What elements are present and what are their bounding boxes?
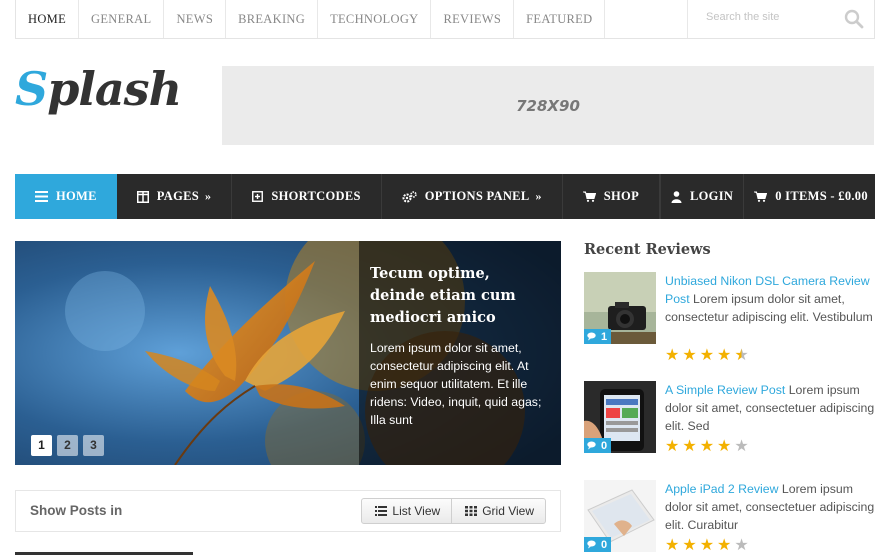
cart-icon [754, 191, 768, 202]
star-icon: ★ [682, 537, 697, 554]
review-excerpt: Unbiased Nikon DSL Camera Review Post Lo… [665, 272, 875, 326]
comment-count: 0 [601, 538, 608, 551]
mainnav-item-shortcodes[interactable]: Shortcodes [232, 174, 382, 219]
empty-star-icon: ★ [734, 438, 749, 455]
list-view-label: List View [392, 504, 441, 518]
review-excerpt: A Simple Review Post Lorem ipsum dolor s… [665, 381, 875, 435]
star-icon: ★ [699, 347, 715, 364]
review-title-link[interactable]: Apple iPad 2 Review [665, 482, 778, 496]
login-label: Login [690, 189, 734, 203]
comment-count-badge: 0 [584, 438, 612, 453]
cart-link[interactable]: 0 Items - £0.00 [744, 174, 878, 219]
logo-rest: plash [47, 62, 182, 116]
mainnav-label: Shortcodes [271, 189, 361, 203]
gears-icon [402, 190, 417, 202]
star-icon: ★ [682, 438, 697, 455]
comment-count: 0 [601, 439, 608, 452]
show-posts-bar: Show Posts in List View Grid View [15, 490, 561, 532]
view-toggle: List View Grid View [361, 498, 546, 524]
topnav-item-news[interactable]: News [164, 0, 227, 38]
user-icon [671, 190, 682, 203]
slide-caption: Tecum optime, deinde etiam cum mediocri … [359, 241, 561, 465]
ad-banner[interactable]: 728X90 [222, 66, 874, 145]
grid-icon [465, 506, 478, 516]
star-icon: ★ [699, 537, 715, 554]
star-icon: ★ [717, 537, 732, 554]
topnav-item-reviews[interactable]: Reviews [431, 0, 515, 38]
plus-square-icon [252, 191, 264, 202]
search-icon[interactable] [844, 9, 864, 29]
review-excerpt: Apple iPad 2 Review Lorem ipsum dolor si… [665, 480, 875, 534]
search-input[interactable] [706, 11, 836, 23]
topnav-item-technology[interactable]: Technology [318, 0, 432, 38]
review-thumbnail[interactable]: 0 [584, 381, 656, 453]
review-item: 0 Apple iPad 2 Review Lorem ipsum dolor … [584, 480, 874, 555]
logo-initial: S [15, 62, 48, 116]
review-thumbnail[interactable]: 0 [584, 480, 656, 552]
cart-icon [582, 191, 596, 202]
star-rating: ★ ★ ★ ★ ★ [665, 348, 749, 364]
comments-icon [587, 540, 596, 549]
topnav-item-breaking[interactable]: Breaking [226, 0, 319, 38]
star-icon: ★ [717, 438, 732, 455]
comments-icon [587, 441, 596, 450]
sidebar-title: Recent Reviews [584, 241, 711, 258]
review-item: 1 Unbiased Nikon DSL Camera Review Post … [584, 272, 875, 364]
topnav-item-general[interactable]: General [79, 0, 165, 38]
comment-count: 1 [601, 330, 608, 343]
mainnav-item-options-panel[interactable]: Options Panel » [382, 174, 563, 219]
empty-star-icon: ★ [734, 537, 749, 554]
main-navigation: Home Pages » Shortcodes Options Panel » … [15, 174, 875, 219]
grid-view-label: Grid View [482, 504, 534, 518]
star-rating: ★ ★ ★ ★ ★ [665, 538, 749, 554]
slider-page-button[interactable]: 2 [57, 435, 78, 456]
star-icon: ★ [699, 438, 715, 455]
review-thumbnail[interactable]: 1 [584, 272, 656, 344]
nav-user-area: Login 0 Items - £0.00 [661, 174, 878, 219]
mainnav-item-shop[interactable]: Shop [563, 174, 661, 219]
star-icon: ★ [717, 347, 732, 364]
topnav-item-featured[interactable]: Featured [514, 0, 606, 38]
mainnav-label: Options Panel [424, 189, 530, 203]
star-rating: ★ ★ ★ ★ ★ [665, 439, 749, 455]
featured-slider[interactable]: Tecum optime, deinde etiam cum mediocri … [15, 241, 561, 465]
cart-label: 0 Items - £0.00 [775, 189, 868, 203]
site-logo[interactable]: Splash [15, 66, 182, 112]
show-posts-label: Show Posts in [30, 503, 123, 518]
mainnav-item-pages[interactable]: Pages » [117, 174, 233, 219]
review-item: 0 A Simple Review Post Lorem ipsum dolor… [584, 381, 874, 471]
star-icon: ★ [682, 347, 697, 364]
search-box [687, 0, 874, 38]
comment-count-badge: 0 [584, 537, 612, 552]
ad-label: 728X90 [516, 96, 580, 115]
columns-icon [136, 190, 149, 203]
list-icon [375, 506, 388, 516]
review-text: Lorem ipsum dolor sit amet, consectetur … [665, 292, 873, 324]
review-title-link[interactable]: A Simple Review Post [665, 383, 785, 397]
star-icon: ★ [665, 347, 680, 364]
login-link[interactable]: Login [661, 174, 745, 219]
submenu-arrow-icon: » [205, 189, 212, 203]
mainnav-label: Shop [603, 189, 640, 203]
top-navigation: Home General News Breaking Technology Re… [15, 0, 875, 39]
slide-excerpt: Lorem ipsum dolor sit amet, consectetur … [370, 341, 542, 427]
grid-view-button[interactable]: Grid View [451, 499, 545, 523]
mainnav-label: Pages [156, 189, 200, 203]
star-icon: ★ [665, 438, 680, 455]
menu-icon [35, 191, 48, 202]
slider-pagination: 1 2 3 [31, 435, 104, 456]
comment-count-badge: 1 [584, 329, 612, 344]
mainnav-item-home[interactable]: Home [15, 174, 117, 219]
slide-title[interactable]: Tecum optime, deinde etiam cum mediocri … [370, 263, 549, 329]
topnav-item-home[interactable]: Home [16, 0, 80, 38]
slider-page-button[interactable]: 3 [83, 435, 104, 456]
slider-page-button[interactable]: 1 [31, 435, 52, 456]
mainnav-label: Home [56, 189, 97, 203]
star-icon: ★ [665, 537, 680, 554]
submenu-arrow-icon: » [535, 189, 542, 203]
comments-icon [587, 332, 596, 341]
list-view-button[interactable]: List View [362, 499, 451, 523]
half-star-icon: ★ [734, 347, 749, 364]
